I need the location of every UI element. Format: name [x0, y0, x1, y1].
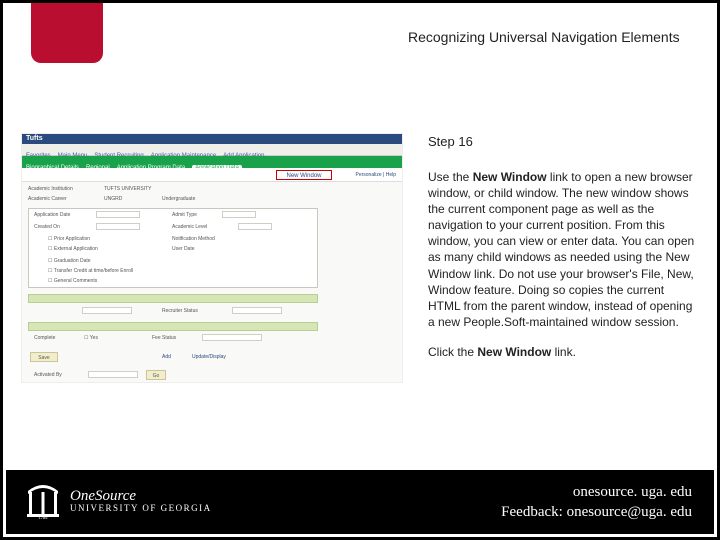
- instruction-column: Step 16 Use the New Window link to open …: [428, 133, 695, 375]
- screenshot-brand: Tufts: [26, 134, 43, 144]
- slide-title: Recognizing Universal Navigation Element…: [408, 29, 699, 45]
- footer: 1785 OneSource UNIVERSITY OF GEORGIA one…: [6, 470, 714, 534]
- slide: Recognizing Universal Navigation Element…: [0, 0, 720, 540]
- step-heading: Step 16: [428, 133, 695, 151]
- new-window-link[interactable]: New Window: [276, 170, 332, 180]
- footer-logo: 1785 OneSource UNIVERSITY OF GEORGIA: [26, 482, 212, 520]
- svg-text:1785: 1785: [39, 515, 49, 520]
- brand-tab: [31, 3, 103, 63]
- footer-logo-line2: UNIVERSITY OF GEORGIA: [70, 504, 212, 514]
- screenshot-toplinks: Personalize | Help: [356, 172, 397, 178]
- embedded-screenshot: Tufts FavoritesMain MenuStudent Recruiti…: [21, 133, 403, 383]
- footer-feedback: Feedback: onesource@uga. edu: [501, 502, 692, 522]
- footer-url: onesource. uga. edu: [501, 482, 692, 502]
- body-paragraph: Use the New Window link to open a new br…: [428, 169, 695, 331]
- uga-arch-icon: 1785: [26, 482, 60, 520]
- instruction-paragraph: Click the New Window link.: [428, 344, 695, 360]
- footer-logo-line1: OneSource: [70, 488, 212, 505]
